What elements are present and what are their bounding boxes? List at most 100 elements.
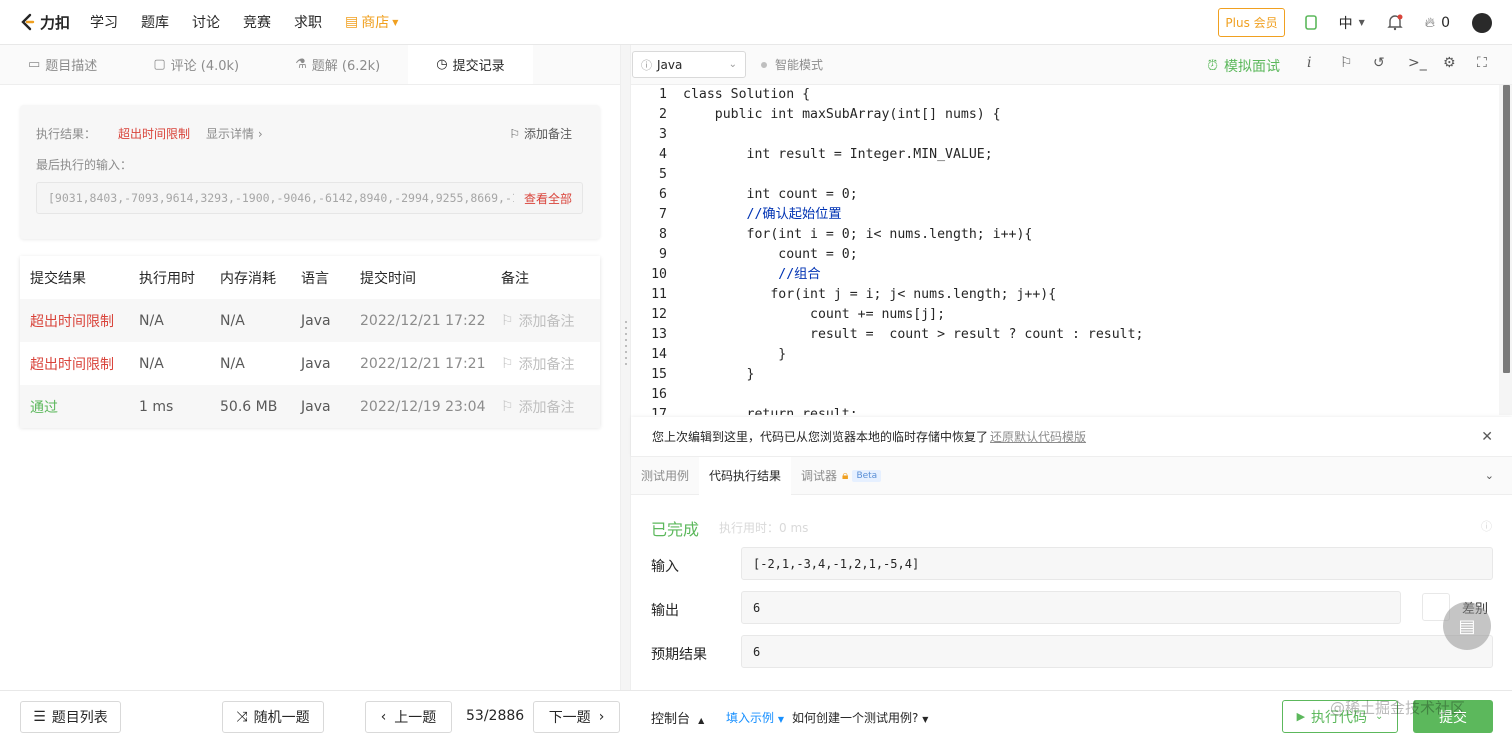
page-counter: 53/2886: [466, 708, 525, 724]
settings-icon[interactable]: ⚙: [1443, 55, 1456, 71]
plus-member-button[interactable]: Plus 会员: [1218, 8, 1285, 37]
prev-problem-button[interactable]: ‹ 上一题: [365, 701, 452, 733]
submissions-table: 提交结果 执行用时 内存消耗 语言 提交时间 备注 超出时间限制 N/A N/A…: [20, 256, 600, 428]
code-line: 6 int count = 0;: [659, 187, 858, 202]
tab-label: 题目描述: [45, 59, 98, 74]
table-row[interactable]: 通过 1 ms 50.6 MB Java 2022/12/19 23:04 ⚐ 添…: [20, 385, 600, 428]
last-input-box: [9031,8403,-7093,9614,3293,-1900,-9046,-…: [36, 182, 583, 214]
row-language: Java: [301, 312, 331, 329]
smart-mode-toggle[interactable]: 智能模式: [761, 56, 823, 73]
mock-interview-button[interactable]: ⏰︎ 模拟面试: [1207, 56, 1280, 76]
row-note-label: 添加备注: [518, 313, 575, 330]
logo[interactable]: 力扣: [18, 12, 70, 33]
code-line: 13 result = count > result ? count : res…: [651, 327, 1144, 342]
flag-icon[interactable]: ⚐: [1340, 55, 1353, 71]
problem-tabs: ▭ 题目描述 ▢ 评论 (4.0k) ⚗ 题解 (6.2k) ◷ 提交记录: [0, 45, 620, 85]
top-navbar: 力扣 学习 题库 讨论 竞赛 求职 ▤ 商店 ▼ Plus 会员 中 ▼ 🔥︎ …: [0, 0, 1512, 45]
next-label: 下一题: [548, 710, 591, 726]
alarm-clock-icon: ⏰︎: [1207, 58, 1218, 74]
result-status: 超出时间限制: [118, 127, 191, 141]
console-toggle[interactable]: 控制台 ▲: [651, 708, 704, 727]
random-label: 随机一题: [253, 710, 310, 726]
panel-splitter[interactable]: [620, 45, 631, 690]
nav-link-store[interactable]: ▤ 商店 ▼: [345, 12, 398, 32]
streak-counter[interactable]: 🔥︎ 0: [1425, 15, 1450, 31]
tab-testcase[interactable]: 测试用例: [631, 457, 699, 495]
row-result[interactable]: 超出时间限制: [30, 354, 114, 374]
mock-interview-label: 模拟面试: [1224, 59, 1280, 75]
result-runtime: 执行用时：0 ms: [719, 521, 809, 535]
smart-mode-label: 智能模式: [775, 58, 824, 72]
flag-icon: ⚐: [501, 355, 514, 372]
nav-link-problems[interactable]: 题库: [141, 12, 169, 32]
language-select[interactable]: ⓘ Java ⌄: [632, 51, 746, 78]
add-note-button[interactable]: ⚐ 添加备注: [509, 125, 572, 142]
code-line: 11 for(int j = i; j< nums.length; j++){: [651, 287, 1057, 302]
info-italic-icon[interactable]: i: [1307, 55, 1311, 71]
editor-panel: ⓘ Java ⌄ 智能模式 ⏰︎ 模拟面试 i ⚐ ↺ >_ ⚙ ⛶ 1 clas…: [631, 45, 1512, 690]
code-line: 9 count = 0;: [659, 247, 858, 262]
code-editor[interactable]: 1 class Solution { 2 public int maxSubArr…: [631, 85, 1512, 415]
row-result[interactable]: 通过: [30, 397, 58, 417]
nav-link-discuss[interactable]: 讨论: [192, 12, 220, 32]
row-add-note[interactable]: ⚐ 添加备注: [501, 311, 575, 331]
tab-solutions[interactable]: ⚗ 题解 (6.2k): [267, 45, 408, 84]
tab-submissions[interactable]: ◷ 提交记录: [408, 45, 533, 84]
nav-link-learn[interactable]: 学习: [90, 12, 118, 32]
avatar[interactable]: [1472, 12, 1492, 33]
language-switch[interactable]: 中 ▼: [1339, 13, 1365, 33]
help-icon[interactable]: ⓘ: [1481, 518, 1492, 534]
header-note: 备注: [501, 270, 529, 287]
table-row[interactable]: 超出时间限制 N/A N/A Java 2022/12/21 17:21 ⚐ 添加…: [20, 342, 600, 385]
row-submitted: 2022/12/21 17:21: [360, 355, 486, 372]
restore-default-link[interactable]: 还原默认代码模版: [990, 428, 1086, 445]
chevron-down-icon: ▼: [777, 715, 784, 724]
code-line: 17 return result;: [651, 407, 858, 415]
code-line: 1 class Solution {: [659, 87, 811, 102]
tab-description[interactable]: ▭ 题目描述: [0, 45, 125, 84]
row-memory: N/A: [220, 312, 245, 329]
row-time: N/A: [139, 355, 164, 372]
tab-comments[interactable]: ▢ 评论 (4.0k): [125, 45, 267, 84]
console-label: 控制台: [651, 712, 691, 727]
row-memory: 50.6 MB: [220, 398, 278, 415]
tab-run-result[interactable]: 代码执行结果: [699, 456, 792, 495]
language-value: Java: [657, 57, 683, 72]
bell-icon[interactable]: [1387, 14, 1403, 31]
view-all-link[interactable]: 查看全部: [524, 190, 572, 207]
code-line: 16: [651, 387, 667, 402]
row-submitted: 2022/12/21 17:22: [360, 312, 486, 329]
close-icon[interactable]: ✕: [1481, 429, 1493, 445]
watermark: @稀土掘金技术社区: [1330, 699, 1466, 717]
tab-debugger[interactable]: 调试器 🔒︎ Beta: [791, 457, 891, 495]
floating-feedback-icon[interactable]: ▤: [1443, 602, 1491, 650]
last-input-label: 最后执行的输入：: [36, 158, 133, 172]
problem-list-button[interactable]: ☰ 题目列表: [20, 701, 121, 733]
chevron-down-icon[interactable]: ⌄: [1485, 469, 1494, 482]
table-row[interactable]: 超出时间限制 N/A N/A Java 2022/12/21 17:22 ⚐ 添加…: [20, 299, 600, 342]
nav-link-jobs[interactable]: 求职: [294, 12, 322, 32]
flag-icon: ⚐: [509, 126, 520, 141]
fill-example-dropdown[interactable]: 填入示例 ▼: [726, 709, 784, 726]
fire-icon: 🔥︎: [1424, 14, 1436, 31]
document-icon: ▭: [28, 57, 41, 72]
nav-link-contest[interactable]: 竞赛: [243, 12, 271, 32]
output-label: 输出: [651, 603, 679, 619]
code-line: 2 public int maxSubArray(int[] nums) {: [659, 107, 1001, 122]
row-result[interactable]: 超出时间限制: [30, 311, 114, 331]
next-problem-button[interactable]: 下一题 ›: [533, 701, 620, 733]
reset-icon[interactable]: ↺: [1373, 55, 1385, 71]
play-icon: ▶: [1296, 710, 1306, 723]
terminal-icon[interactable]: >_: [1408, 55, 1427, 71]
phone-icon[interactable]: [1304, 15, 1317, 30]
row-add-note[interactable]: ⚐ 添加备注: [501, 397, 575, 417]
row-add-note[interactable]: ⚐ 添加备注: [501, 354, 575, 374]
random-problem-button[interactable]: ⤨ 随机一题: [222, 701, 324, 733]
editor-scrollbar-thumb[interactable]: [1503, 85, 1510, 373]
code-line: 8 for(int i = 0; i< nums.length; i++){: [659, 227, 1033, 242]
store-icon: ▤: [345, 14, 359, 30]
fullscreen-icon[interactable]: ⛶: [1477, 55, 1487, 71]
result-label: 执行结果：: [36, 127, 97, 141]
show-details-link[interactable]: 显示详情 ›: [206, 125, 263, 142]
howto-dropdown[interactable]: 如何创建一个测试用例? ▼: [792, 709, 928, 726]
